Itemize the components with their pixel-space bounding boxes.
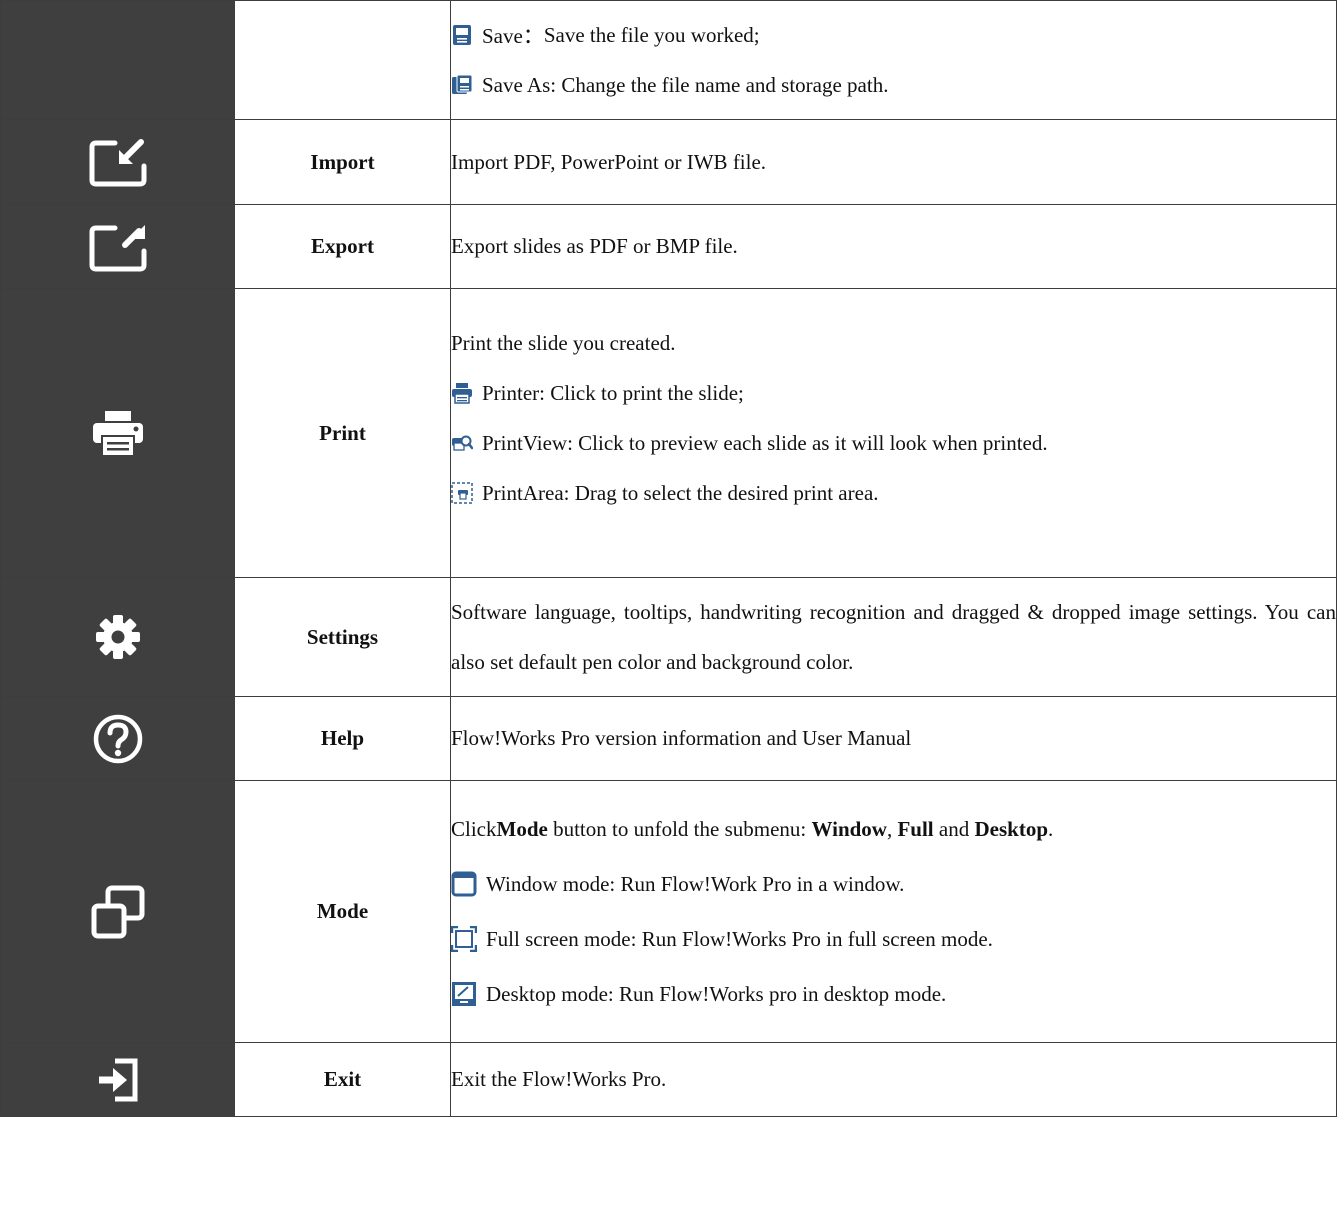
printarea-line: PrintArea: Drag to select the desired pr…: [451, 468, 1336, 518]
question-circle-icon: [92, 713, 144, 765]
desc-cell-help: Flow!Works Pro version information and U…: [450, 696, 1337, 781]
table-row-help: Help Flow!Works Pro version information …: [0, 696, 1337, 781]
icon-cell-help: [0, 696, 235, 781]
mode-intro: Click ​Mode​ button to unfold the submen…: [451, 802, 1336, 857]
print-intro: Print the slide you created.: [451, 330, 676, 355]
table-row-exit: Exit Exit the Flow!Works Pro.: [0, 1042, 1337, 1117]
table-row-print: Print Print the slide you created. Print…: [0, 288, 1337, 578]
print-area-icon: [451, 482, 473, 504]
mode-intro-comma: ,: [886, 816, 898, 841]
name-cell-settings: Settings: [234, 577, 451, 697]
desc-cell-export: Export slides as PDF or BMP file.: [450, 204, 1337, 289]
saveas-text: Save As: Change the file name and storag…: [482, 72, 889, 97]
icon-cell-print: [0, 288, 235, 578]
desc-cell-print: Print the slide you created. Printer: Cl…: [450, 288, 1337, 578]
save-desc: Save the file you worked;: [543, 22, 760, 47]
name-cell-help: Help: [234, 696, 451, 781]
desc-cell-exit: Exit the Flow!Works Pro.: [450, 1042, 1337, 1117]
desktop-mode-line: Desktop mode: Run Flow!Works pro in desk…: [451, 967, 1336, 1022]
save-as-icon: [451, 74, 473, 96]
small-printer-icon: [451, 382, 473, 404]
desc-cell-settings: Software language, tooltips, handwriting…: [450, 577, 1337, 697]
windows-stack-icon: [91, 885, 145, 939]
printview-line: PrintView: Click to preview each slide a…: [451, 418, 1336, 468]
mode-intro-window: Window: [811, 816, 887, 841]
icon-cell-settings: [0, 577, 235, 697]
icon-cell-mode: [0, 780, 235, 1043]
mode-intro-and: and: [933, 816, 975, 841]
exit-desc: Exit the Flow!Works Pro.: [451, 1067, 667, 1091]
exit-icon: [95, 1057, 141, 1103]
import-icon: [85, 136, 151, 188]
icon-cell-export: [0, 204, 235, 289]
window-mode-line: Window mode: Run Flow!Work Pro in a wind…: [451, 857, 1336, 912]
desc-cell-save: Save： Save the file you worked; Save As:…: [450, 0, 1337, 120]
saveas-line: Save As: Change the file name and storag…: [451, 60, 1336, 110]
name-cell-export: Export: [234, 204, 451, 289]
export-icon: [85, 221, 151, 273]
settings-desc: Software language, tooltips, handwriting…: [451, 600, 1336, 674]
name-cell-print: Print: [234, 288, 451, 578]
floppy-disk-icon: [451, 24, 473, 46]
name-cell-import: Import: [234, 119, 451, 205]
printer-text: Printer: Click to print the slide;: [482, 380, 744, 405]
mode-intro-prefix: Click: [451, 816, 497, 841]
import-desc: Import PDF, PowerPoint or IWB file.: [451, 149, 767, 174]
table-row-save: Save： Save the file you worked; Save As:…: [0, 0, 1337, 120]
print-preview-icon: [451, 432, 473, 454]
save-label: Save：: [482, 24, 544, 48]
icon-cell-import: [0, 119, 235, 205]
printer-icon: [91, 409, 145, 457]
desc-cell-import: Import PDF, PowerPoint or IWB file.: [450, 119, 1337, 205]
table-row-import: Import Import PDF, PowerPoint or IWB fil…: [0, 119, 1337, 205]
export-desc: Export slides as PDF or BMP file.: [451, 234, 738, 258]
name-cell-mode: Mode: [234, 780, 451, 1043]
printview-text: PrintView: Click to preview each slide a…: [482, 430, 1048, 455]
mode-intro-desktop: Desktop: [974, 816, 1048, 841]
gear-icon: [94, 613, 142, 661]
table-row-export: Export Export slides as PDF or BMP file.: [0, 204, 1337, 289]
mode-intro-mode: Mode: [496, 816, 548, 841]
mode-intro-mid: button to unfold the submenu:: [547, 816, 812, 841]
icon-cell-exit: [0, 1042, 235, 1117]
feature-table: Save： Save the file you worked; Save As:…: [0, 0, 1337, 1117]
desc-cell-mode: Click ​Mode​ button to unfold the submen…: [450, 780, 1337, 1043]
full-mode-line: Full screen mode: Run Flow!Works Pro in …: [451, 912, 1336, 967]
printarea-text: PrintArea: Drag to select the desired pr…: [482, 480, 879, 505]
help-desc: Flow!Works Pro version information and U…: [451, 726, 912, 750]
icon-cell-save: [0, 0, 235, 120]
full-mode-text: Full screen mode: Run Flow!Works Pro in …: [486, 926, 993, 951]
mode-intro-end: .: [1048, 816, 1054, 841]
printer-line: Printer: Click to print the slide;: [451, 368, 1336, 418]
desktop-mode-text: Desktop mode: Run Flow!Works pro in desk…: [486, 981, 947, 1006]
desktop-mode-icon: [451, 981, 477, 1007]
mode-intro-full: Full: [897, 816, 934, 841]
name-cell-save: [234, 0, 451, 120]
name-cell-exit: Exit: [234, 1042, 451, 1117]
window-mode-text: Window mode: Run Flow!Work Pro in a wind…: [486, 871, 905, 896]
save-line: Save： Save the file you worked;: [451, 10, 1336, 60]
table-row-mode: Mode Click ​Mode​ button to unfold the s…: [0, 780, 1337, 1043]
table-row-settings: Settings Software language, tooltips, ha…: [0, 577, 1337, 697]
full-screen-icon: [451, 926, 477, 952]
window-mode-icon: [451, 871, 477, 897]
